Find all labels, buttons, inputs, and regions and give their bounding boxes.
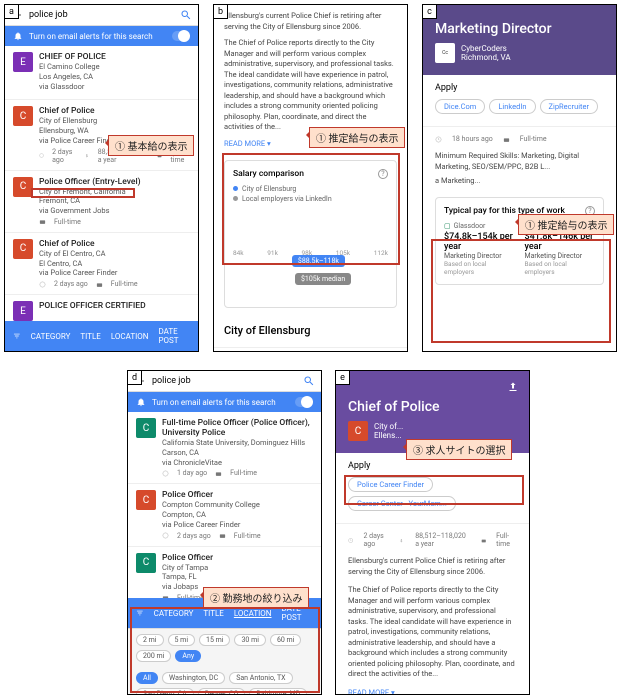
job-item[interactable]: E CHIEF OF POLICE El Camino College Los …	[5, 46, 198, 100]
redbox-d	[130, 607, 320, 693]
job-title: Police Officer	[162, 490, 313, 500]
c-desc2: a Marketing...	[423, 176, 616, 191]
panel-label-b: b	[214, 5, 228, 19]
apply-chip[interactable]: LinkedIn	[489, 99, 535, 114]
clock-icon	[348, 537, 353, 544]
c-desc: Minimum Required Skills: Marketing, Digi…	[423, 147, 616, 176]
job-title: Police Officer	[162, 553, 313, 563]
search-input[interactable]	[29, 10, 174, 20]
e-title: Chief of Police	[348, 399, 517, 415]
job-title: POLICE OFFICER CERTIFIED	[39, 301, 190, 311]
c-ft: Full-time	[520, 135, 547, 143]
company-logo: Cc	[435, 43, 455, 63]
job-item[interactable]: C Police Officer Compton Community Colle…	[128, 484, 321, 546]
redbox-b-salary	[222, 153, 400, 265]
apply-label-e: Apply	[348, 461, 517, 471]
panel-label-c: c	[423, 5, 437, 19]
more-jobs-link[interactable]: More jobs at City of Ellensburg	[214, 347, 407, 353]
job-title: CHIEF OF POLICE	[39, 52, 190, 62]
filter-bar: CATEGORY TITLE LOCATION DATE POST	[5, 321, 198, 351]
svg-text:$: $	[86, 153, 88, 158]
briefcase-icon	[481, 537, 486, 544]
job-item[interactable]: C Police Officer (Entry-Level) City of F…	[5, 171, 198, 233]
hero-c: Marketing Director Cc CyberCoders Richmo…	[423, 5, 616, 75]
panel-label-a: a	[5, 5, 19, 19]
filter-datepost[interactable]: DATE POST	[159, 327, 191, 345]
briefcase-icon	[503, 136, 510, 143]
job-item[interactable]: C Full-time Police Officer (Police Offic…	[128, 412, 321, 484]
b-desc2: The Chief of Police reports directly to …	[214, 38, 407, 139]
job-title: Chief of Police	[39, 106, 190, 116]
annot-b1: ① 推定給与の表示	[309, 127, 405, 148]
job-avatar: C	[13, 239, 33, 259]
b-desc1: Ellensburg's current Police Chief is ret…	[214, 5, 407, 38]
filter-icon[interactable]	[13, 331, 21, 341]
c-time: 18 hours ago	[452, 135, 493, 143]
filter-title[interactable]: TITLE	[80, 332, 100, 341]
filter-location[interactable]: LOCATION	[111, 332, 149, 341]
search-input-d[interactable]	[152, 376, 297, 386]
search-icon[interactable]	[303, 375, 315, 387]
redbox-e	[344, 475, 524, 505]
job-title: Chief of Police	[39, 239, 190, 249]
salary-median: $105k median	[295, 273, 351, 285]
c-title: Marketing Director	[435, 21, 604, 37]
c-location: Richmond, VA	[461, 53, 511, 62]
annot-e1: ③ 求人サイトの選択	[406, 439, 512, 460]
apply-chip[interactable]: ZipRecruiter	[540, 99, 599, 114]
annot-a1: ① 基本給の表示	[108, 135, 194, 156]
job-avatar: E	[13, 301, 33, 321]
annot-d1: ② 勤務地の絞り込み	[203, 587, 309, 608]
search-bar	[5, 5, 198, 26]
bell-icon	[13, 31, 23, 41]
job-avatar: E	[13, 52, 33, 72]
panel-label-e: e	[336, 371, 350, 385]
alert-text: Turn on email alerts for this search	[29, 32, 153, 41]
alert-bar: Turn on email alerts for this search	[5, 26, 198, 46]
clock-icon	[435, 136, 442, 143]
job-item[interactable]: C Chief of Police City of El Centro, CA …	[5, 233, 198, 295]
search-bar-d	[128, 371, 321, 392]
job-avatar: C	[136, 490, 156, 510]
alert-toggle-d[interactable]	[295, 397, 313, 407]
annot-c1: ① 推定給与の表示	[518, 214, 614, 235]
alert-bar-d: Turn on email alerts for this search	[128, 392, 321, 412]
alert-toggle[interactable]	[172, 31, 190, 41]
redbox-a-salary	[31, 188, 135, 198]
job-title: Full-time Police Officer (Police Officer…	[162, 418, 313, 438]
share-icon[interactable]	[507, 381, 519, 393]
job-title: Police Officer (Entry-Level)	[39, 177, 190, 187]
job-avatar: C	[136, 418, 156, 438]
job-avatar: C	[13, 177, 33, 197]
svg-text:$: $	[400, 537, 402, 542]
redbox-c	[431, 239, 611, 343]
apply-label: Apply	[435, 83, 604, 93]
city-heading: City of Ellensburg	[214, 314, 407, 347]
search-icon[interactable]	[180, 9, 192, 21]
apply-chip[interactable]: Dice.Com	[435, 99, 485, 114]
bell-icon	[136, 397, 146, 407]
e-avatar: C	[348, 421, 368, 441]
panel-label-d: d	[128, 371, 142, 385]
e-readmore[interactable]: READ MORE ▾	[336, 684, 529, 696]
job-avatar: C	[13, 106, 33, 126]
money-icon: $	[400, 537, 405, 544]
job-avatar: C	[136, 553, 156, 573]
c-company: CyberCoders	[461, 44, 511, 53]
filter-category[interactable]: CATEGORY	[31, 332, 71, 341]
